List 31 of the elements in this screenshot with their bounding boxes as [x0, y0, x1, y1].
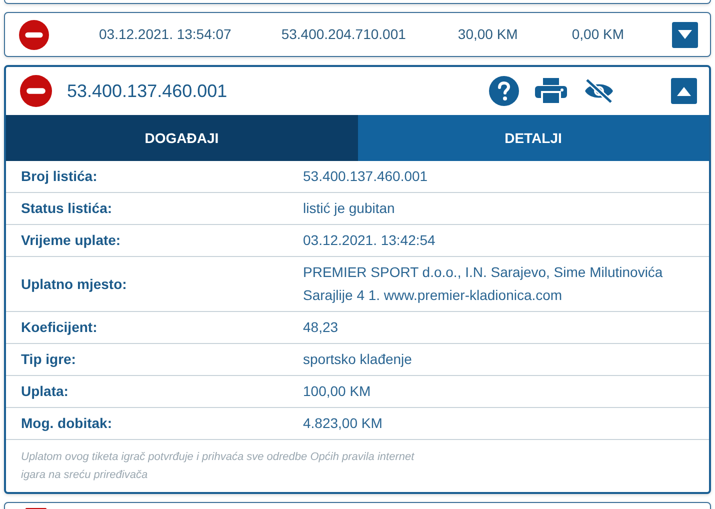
detail-label: Status listića: — [21, 199, 114, 218]
detail-label: Koeficijent: — [21, 318, 98, 337]
detail-value: 100,00 KM — [303, 382, 372, 401]
detail-label: Vrijeme uplate: — [21, 231, 122, 250]
detail-value: 4.823,00 KM — [303, 414, 384, 433]
ticket-number: 53.400.204.710.001 — [281, 25, 406, 44]
terms-note: Uplatom ovog tiketa igrač potvrđuje i prihvaća sve odredbe Općih pravila internet igara na sreću priređivača — [20, 450, 416, 483]
tab[interactable]: DOGAĐAJI — [6, 115, 358, 161]
detail-value: PREMIER SPORT d.o.o., I.N. Sarajevo, Sime Milutinovića Sarajlije 4 1. www.premier-kladionica.com — [303, 263, 664, 305]
expand-button[interactable] — [672, 22, 698, 48]
ticket-number: 53.400.137.460.001 — [67, 80, 228, 102]
tab[interactable]: DETALJI — [358, 115, 709, 161]
ticket-date: 03.12.2021. 13:54:07 — [99, 25, 232, 44]
detail-label: Uplata: — [21, 382, 70, 401]
detail-value: 53.400.137.460.001 — [303, 167, 429, 186]
detail-value: 03.12.2021. 13:42:54 — [303, 231, 436, 250]
caret-up-icon — [677, 86, 691, 96]
caret-down-icon — [678, 30, 692, 39]
detail-value: 48,23 — [303, 318, 340, 337]
printer-icon[interactable] — [535, 78, 567, 104]
help-icon[interactable] — [489, 76, 519, 106]
detail-value: listić je gubitan — [303, 199, 396, 218]
detail-label: Mog. dobitak: — [21, 414, 113, 433]
collapse-button[interactable] — [671, 78, 697, 104]
hidden-eye-icon[interactable] — [583, 78, 615, 104]
detail-label: Tip igre: — [21, 350, 77, 369]
win-amount: 0,00 KM — [572, 25, 624, 44]
stake-amount: 30,00 KM — [458, 25, 518, 44]
detail-label: Uplatno mjesto: — [21, 274, 128, 294]
detail-value: sportsko klađenje — [303, 350, 413, 369]
detail-label: Broj listića: — [21, 167, 98, 186]
